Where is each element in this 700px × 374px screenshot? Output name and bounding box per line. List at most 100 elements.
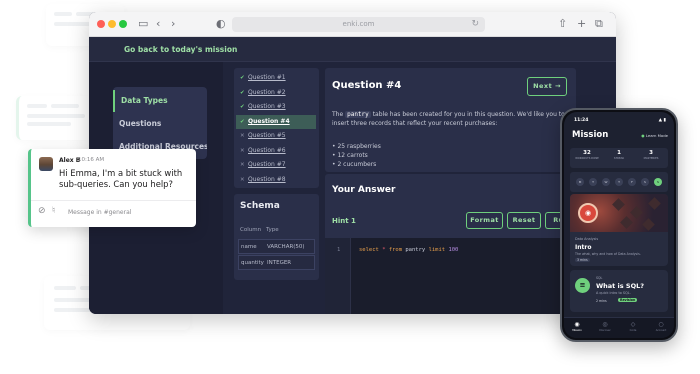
- question-list-item-current[interactable]: ✔ Question #4: [236, 114, 316, 129]
- card-subtitle: Data Analysis: [575, 237, 599, 241]
- weekday-dot: T: [615, 178, 623, 186]
- weekday-dot: W: [602, 178, 610, 186]
- back-arrow-icon[interactable]: ‹: [156, 16, 160, 32]
- check-icon: ✔: [240, 118, 245, 125]
- editor-gutter: 1: [325, 238, 351, 314]
- stats-panel: 32 WORKOUTS DONE 1 STREAK 3 MASTERIES: [570, 148, 668, 168]
- phone-tab-bar: ◉ Mission ◎ Discover ◇ Code ○ Account: [564, 317, 674, 338]
- question-panel: Question #4 Next → The pantry table has …: [325, 68, 576, 172]
- sidebar-toggle-icon[interactable]: ▭: [138, 16, 148, 32]
- enki-logo-icon: ◉: [578, 203, 598, 223]
- background-card-left: [16, 96, 96, 140]
- new-tab-icon[interactable]: +: [577, 16, 586, 32]
- weekday-dot: F: [628, 178, 636, 186]
- schema-header-row: Column Type: [240, 227, 279, 233]
- schema-row: name VARCHAR(50): [238, 239, 315, 254]
- code-icon: ◇: [630, 321, 636, 328]
- avatar: [39, 157, 53, 171]
- next-button[interactable]: Next →: [527, 77, 567, 96]
- answer-title: Your Answer: [332, 185, 396, 195]
- bullet-item: • 12 carrots: [332, 152, 368, 159]
- schema-panel: Schema Column Type name VARCHAR(50) quan…: [234, 194, 319, 280]
- check-icon: ✔: [240, 104, 245, 110]
- maximize-window-button[interactable]: [119, 20, 127, 28]
- lesson-illustration: ◉: [570, 194, 668, 232]
- address-bar[interactable]: enki.com ↻: [232, 17, 485, 32]
- close-window-button[interactable]: [97, 20, 105, 28]
- code-editor[interactable]: 1 select * from pantry limit 100: [325, 238, 576, 314]
- cross-icon: ✕: [240, 147, 245, 154]
- weekday-dot: T: [589, 178, 597, 186]
- share-icon[interactable]: ⇧: [558, 16, 567, 32]
- weekday-dot: M: [576, 178, 584, 186]
- question-list-item[interactable]: ✔ Question #2: [236, 86, 316, 100]
- question-list-item[interactable]: ✕ Question #7: [236, 158, 316, 172]
- card-label: SQL: [596, 276, 603, 280]
- answer-panel: Your Answer Hint 1 Format Reset Run 1 se…: [325, 174, 576, 314]
- message-input[interactable]: Message in #general: [68, 209, 131, 216]
- back-to-mission-link[interactable]: Go back to today's mission: [124, 45, 237, 54]
- forward-arrow-icon[interactable]: ›: [171, 16, 175, 32]
- sql-icon: ≡: [575, 278, 590, 293]
- card-description: The what, why and how of Data Analysis.: [575, 252, 641, 256]
- tab-account[interactable]: ○ Account: [650, 321, 672, 332]
- cross-icon: ✕: [240, 162, 245, 168]
- stat-streak: 1 STREAK: [613, 150, 625, 160]
- nav-item-data-types[interactable]: Data Types: [113, 90, 207, 112]
- tab-mission[interactable]: ◉ Mission: [566, 321, 588, 332]
- reload-icon[interactable]: ↻: [471, 17, 479, 32]
- status-dot-icon: ●: [641, 133, 645, 138]
- message-text: Hi Emma, I'm a bit stuck with sub-querie…: [59, 168, 183, 189]
- tabs-overview-icon[interactable]: ⧉: [595, 16, 603, 32]
- card-title: Intro: [575, 244, 592, 251]
- nav-item-questions[interactable]: Questions: [113, 113, 207, 135]
- card-title: What is SQL?: [596, 282, 645, 290]
- question-list: ✔ Question #1 ✔ Question #2 ✔ Question #3 ✔…: [234, 68, 319, 188]
- question-list-item[interactable]: ✔ Question #3: [236, 100, 316, 114]
- bullet-item: • 25 raspberries: [332, 143, 381, 150]
- line-number: 1: [337, 247, 341, 253]
- check-icon: ✔: [240, 89, 245, 96]
- revision-badge: Revision: [618, 298, 638, 302]
- reset-button[interactable]: Reset: [507, 212, 541, 229]
- app-header: Go back to today's mission: [89, 37, 616, 62]
- learn-mode-toggle[interactable]: ● Learn Mode: [641, 133, 668, 138]
- minimize-window-button[interactable]: [108, 20, 116, 28]
- divider: [31, 200, 196, 201]
- table-name-code: pantry: [345, 111, 371, 118]
- phone-mockup: 11:24 ▲ ▮ Mission ● Learn Mode 32 WORKOUT…: [560, 108, 678, 342]
- lesson-card-sql[interactable]: ≡ SQL What is SQL? A quick intro to SQL.…: [570, 270, 668, 312]
- duration-badge: 2 mins: [596, 299, 607, 303]
- cross-icon: ✕: [240, 176, 245, 183]
- privacy-shield-icon[interactable]: ◐: [216, 16, 226, 32]
- format-button[interactable]: Format: [466, 212, 503, 229]
- check-icon: ✔: [240, 75, 245, 81]
- schema-row: quantity INTEGER: [238, 255, 315, 270]
- weekday-dot-today: S: [654, 178, 662, 186]
- question-list-item[interactable]: ✕ Question #8: [236, 173, 316, 187]
- card-description: A quick intro to SQL.: [596, 291, 631, 295]
- question-list-item[interactable]: ✕ Question #5: [236, 129, 316, 143]
- weekday-tracker: M T W T F S S: [570, 172, 668, 192]
- weekday-dot: S: [641, 178, 649, 186]
- question-list-item[interactable]: ✔ Question #1: [236, 71, 316, 85]
- phone-title: Mission: [572, 130, 609, 140]
- account-icon: ○: [658, 321, 664, 328]
- bullet-item: • 2 cucumbers: [332, 161, 377, 168]
- tab-discover[interactable]: ◎ Discover: [594, 321, 616, 332]
- signal-battery-icon: ▲ ▮: [658, 118, 666, 123]
- phone-clock: 11:24: [574, 118, 589, 123]
- schema-title: Schema: [240, 201, 280, 211]
- question-list-item[interactable]: ✕ Question #6: [236, 144, 316, 158]
- cross-icon: ✕: [240, 133, 245, 139]
- tab-code[interactable]: ◇ Code: [622, 321, 644, 332]
- mission-icon: ◉: [574, 321, 580, 328]
- hint-link[interactable]: Hint 1: [332, 217, 356, 225]
- stat-masteries: 3 MASTERIES: [643, 150, 659, 160]
- lesson-card-intro[interactable]: ◉ Data Analysis Intro The what, why and …: [570, 194, 668, 266]
- microphone-icon[interactable]: ♮: [52, 206, 55, 216]
- code-line[interactable]: select * from pantry limit 100: [359, 247, 458, 253]
- phone-screen: 11:24 ▲ ▮ Mission ● Learn Mode 32 WORKOUT…: [564, 112, 674, 338]
- paperclip-icon[interactable]: ⊘: [38, 206, 46, 216]
- question-title: Question #4: [332, 80, 402, 91]
